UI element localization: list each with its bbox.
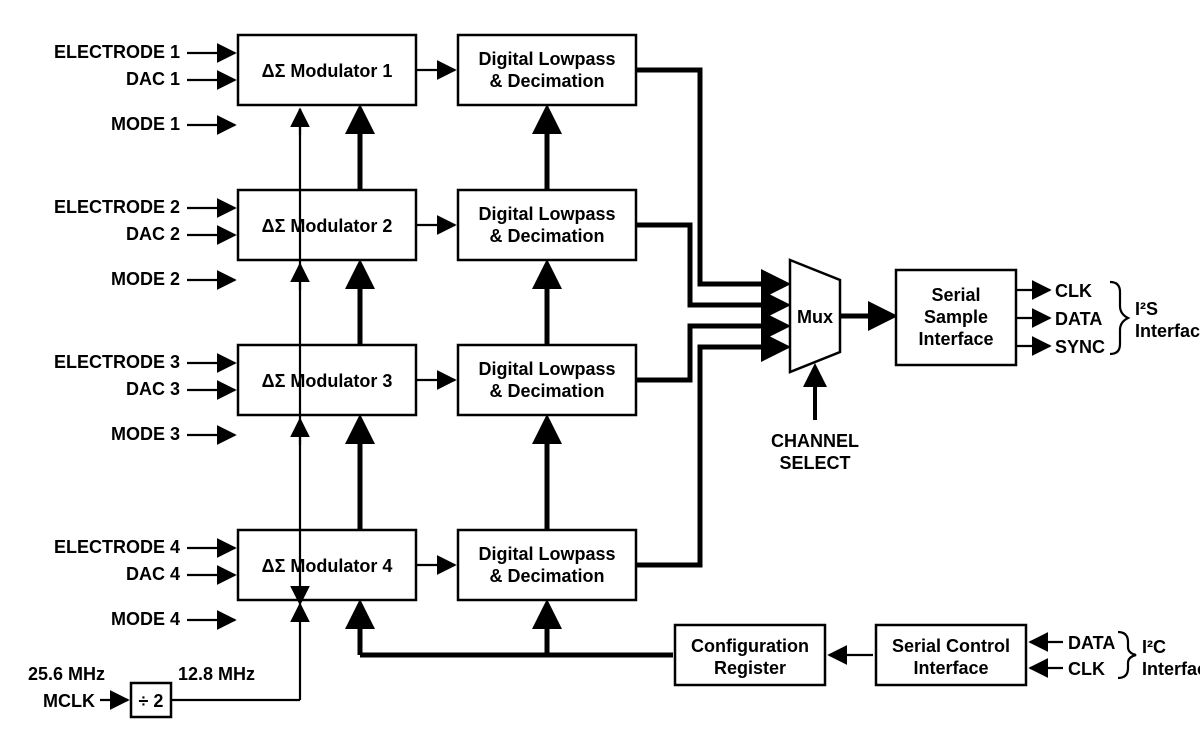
modulator-label: ΔΣ Modulator 2 [262,216,393,236]
svg-text:12.8 MHz: 12.8 MHz [178,664,255,684]
svg-text:CLK: CLK [1055,281,1092,301]
channel-select-label-2: SELECT [779,453,850,473]
i2s-label-1: I²S [1135,299,1158,319]
svg-text:Interface: Interface [918,329,993,349]
input-label: ELECTRODE 1 [54,42,180,62]
input-label: MODE 3 [111,424,180,444]
block-diagram: ELECTRODE 1 DAC 1 MODE 1 ΔΣ Modulator 1 … [0,0,1200,745]
dec-line2: & Decimation [489,226,604,246]
input-label: MODE 2 [111,269,180,289]
svg-text:Serial Control: Serial Control [892,636,1010,656]
modulator-label: ΔΣ Modulator 1 [262,61,393,81]
input-label: DAC 3 [126,379,180,399]
mux-label: Mux [797,307,833,327]
dec-line1: Digital Lowpass [478,49,615,69]
channel-select-label-1: CHANNEL [771,431,859,451]
input-label: ELECTRODE 4 [54,537,180,557]
input-label: DAC 4 [126,564,180,584]
clock-divider: MCLK 25.6 MHz ÷ 2 12.8 MHz [28,664,300,717]
svg-text:25.6 MHz: 25.6 MHz [28,664,105,684]
svg-text:÷ 2: ÷ 2 [139,691,164,711]
input-label: ELECTRODE 2 [54,197,180,217]
svg-text:CLK: CLK [1068,659,1105,679]
input-label: ELECTRODE 3 [54,352,180,372]
svg-text:Interface: Interface [913,658,988,678]
dec-line2: & Decimation [489,566,604,586]
sci-inputs: DATA CLK [1030,633,1115,679]
svg-text:DATA: DATA [1068,633,1115,653]
i2c-label-2: Interface [1142,659,1200,679]
modulator-label: ΔΣ Modulator 4 [262,556,393,576]
dec-to-mux-buses [636,70,786,565]
input-label: MODE 1 [111,114,180,134]
svg-text:MCLK: MCLK [43,691,95,711]
mux: Mux [790,260,840,372]
dec-line2: & Decimation [489,381,604,401]
dec-line1: Digital Lowpass [478,544,615,564]
ssi-outputs: CLK DATA SYNC [1016,281,1105,357]
dec-line1: Digital Lowpass [478,359,615,379]
modulator-label: ΔΣ Modulator 3 [262,371,393,391]
i2c-label-1: I²C [1142,637,1166,657]
i2s-label-2: Interface [1135,321,1200,341]
dec-line1: Digital Lowpass [478,204,615,224]
input-label: DAC 1 [126,69,180,89]
svg-text:Configuration: Configuration [691,636,809,656]
input-label: DAC 2 [126,224,180,244]
input-label: MODE 4 [111,609,180,629]
dec-line2: & Decimation [489,71,604,91]
svg-text:Register: Register [714,658,786,678]
svg-text:Sample: Sample [924,307,988,327]
svg-text:DATA: DATA [1055,309,1102,329]
svg-text:Serial: Serial [931,285,980,305]
svg-text:SYNC: SYNC [1055,337,1105,357]
